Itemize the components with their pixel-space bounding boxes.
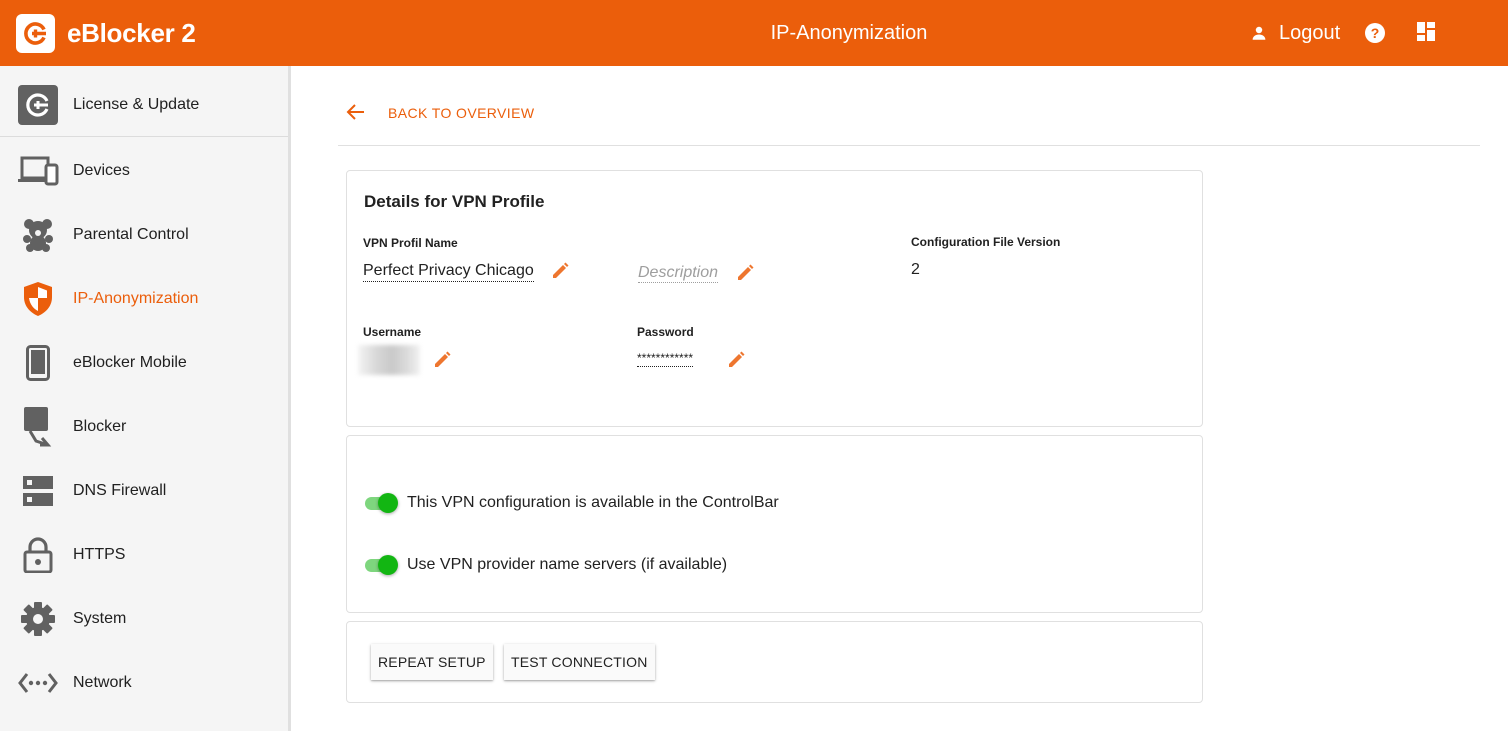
password-label: Password [637, 325, 694, 339]
password-value[interactable]: ************ [637, 351, 694, 367]
sidebar-item-devices[interactable]: Devices [0, 139, 288, 203]
sidebar-item-label: Blocker [73, 418, 127, 435]
devices-icon [17, 150, 59, 192]
test-connection-button[interactable]: TEST CONNECTION [504, 644, 655, 680]
config-version-label: Configuration File Version [911, 235, 1061, 249]
shield-icon [17, 278, 59, 320]
card-title: Details for VPN Profile [364, 192, 545, 211]
phone-icon [17, 342, 59, 384]
sidebar-item-system[interactable]: System [0, 587, 288, 651]
edit-description-icon[interactable] [735, 263, 755, 283]
refresh-logo-icon [17, 84, 59, 126]
divider [338, 145, 1480, 146]
edit-profile-name-icon[interactable] [550, 261, 570, 281]
sidebar-item-license-update[interactable]: License & Update [0, 73, 288, 137]
arrow-left-icon [346, 104, 364, 120]
description-field[interactable]: Description [638, 264, 719, 283]
provider-nameservers-toggle[interactable] [363, 555, 399, 575]
sidebar-item-parental-control[interactable]: Parental Control [0, 203, 288, 267]
sidebar-item-label: HTTPS [73, 546, 126, 563]
sidebar-item-label: Devices [73, 162, 130, 179]
config-version-value: 2 [911, 261, 920, 278]
dashboard-grid-icon[interactable] [1417, 22, 1437, 47]
logout-button[interactable]: Logout [1250, 20, 1340, 46]
sidebar-item-blocker[interactable]: Blocker [0, 395, 288, 459]
account-icon [1252, 26, 1266, 40]
back-to-overview-label: BACK TO OVERVIEW [388, 105, 535, 121]
sidebar-item-label: eBlocker Mobile [73, 354, 187, 371]
repeat-setup-button[interactable]: REPEAT SETUP [371, 644, 493, 680]
profile-name-value[interactable]: Perfect Privacy Chicago [363, 262, 534, 282]
edit-password-icon[interactable] [726, 350, 746, 370]
top-app-bar: eBlocker 2 IP-Anonymization Logout ? [0, 0, 1508, 66]
back-to-overview-link[interactable]: BACK TO OVERVIEW [346, 102, 534, 122]
help-icon[interactable]: ? [1364, 22, 1386, 49]
gear-icon [17, 598, 59, 640]
teddy-bear-icon [17, 214, 59, 256]
network-icon [17, 662, 59, 704]
sidebar-item-ip-anonymization[interactable]: IP-Anonymization [0, 267, 288, 331]
username-value-redacted[interactable] [358, 345, 420, 375]
dns-icon [17, 470, 59, 512]
sidebar-nav: License & Update Devices Parental Contro… [0, 66, 291, 731]
sidebar-item-https[interactable]: HTTPS [0, 523, 288, 587]
sidebar-item-label: Parental Control [73, 226, 189, 243]
vpn-options-card: This VPN configuration is available in t… [346, 435, 1203, 613]
provider-nameservers-label: Use VPN provider name servers (if availa… [407, 556, 728, 573]
vpn-profile-details-card: Details for VPN Profile VPN Profil Name … [346, 170, 1203, 427]
sidebar-item-label: System [73, 610, 127, 627]
sidebar-item-label: DNS Firewall [73, 482, 167, 499]
profile-name-label: VPN Profil Name [363, 236, 458, 250]
main-content: BACK TO OVERVIEW Details for VPN Profile… [291, 66, 1508, 731]
svg-text:?: ? [1371, 25, 1380, 41]
edit-username-icon[interactable] [432, 350, 452, 370]
lock-icon [17, 534, 59, 576]
vpn-actions-card: REPEAT SETUP TEST CONNECTION [346, 621, 1203, 703]
logout-label: Logout [1279, 21, 1341, 44]
blocker-icon [17, 406, 59, 448]
sidebar-item-label: IP-Anonymization [73, 290, 199, 307]
sidebar-item-label: Network [73, 674, 132, 691]
sidebar-item-label: License & Update [73, 95, 200, 113]
controlbar-availability-label: This VPN configuration is available in t… [407, 494, 779, 511]
controlbar-availability-toggle[interactable] [363, 493, 399, 513]
sidebar-item-network[interactable]: Network [0, 651, 288, 715]
username-label: Username [363, 325, 422, 339]
sidebar-item-dns-firewall[interactable]: DNS Firewall [0, 459, 288, 523]
sidebar-item-eblocker-mobile[interactable]: eBlocker Mobile [0, 331, 288, 395]
